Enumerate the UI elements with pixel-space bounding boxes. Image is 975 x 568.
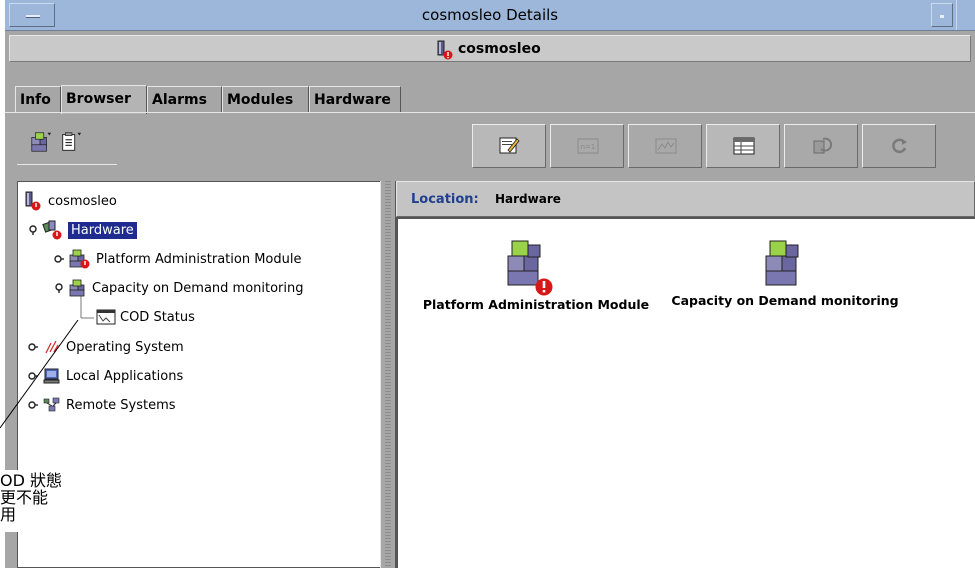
svg-text:n=1: n=1 — [581, 143, 596, 151]
annotation-line: OD 狀態 — [0, 471, 63, 490]
title-bar: cosmosleo Details — [5, 0, 975, 31]
annotation-leader-line — [0, 320, 79, 429]
server-alarm-icon — [437, 40, 453, 60]
tree-label: Hardware — [68, 221, 137, 239]
host-name: cosmosleo — [458, 41, 541, 57]
reload-icon — [892, 138, 907, 154]
minimize-button[interactable] — [931, 3, 953, 27]
tree-label: Capacity on Demand monitoring — [92, 280, 304, 296]
content-area: Platform Administration Module Capacity … — [396, 217, 975, 568]
content-item-label: Capacity on Demand monitoring — [671, 293, 899, 308]
reload-button[interactable] — [862, 124, 936, 168]
n-plus-1-button[interactable]: n=1 — [550, 124, 624, 168]
tree-item-platform-administration-module[interactable]: Platform Administration Module — [54, 248, 302, 270]
edit-button[interactable] — [472, 124, 546, 168]
table-view-icon — [733, 137, 755, 155]
hardware-alarm-icon — [42, 220, 62, 240]
splitter-grip — [385, 181, 391, 568]
annotation-line: 用 — [0, 505, 17, 524]
document-menu-icon[interactable] — [59, 130, 83, 154]
left-toolbar-divider — [17, 164, 117, 165]
host-header: cosmosleo — [9, 35, 971, 62]
location-value: Hardware — [495, 192, 561, 206]
host-menu-icon[interactable] — [29, 130, 53, 154]
server-alarm-icon — [25, 191, 41, 211]
table-view-button[interactable] — [706, 124, 780, 168]
expanded-handle-icon[interactable] — [28, 225, 38, 235]
tab-info[interactable]: Info — [15, 86, 61, 113]
tree-label: Platform Administration Module — [96, 251, 302, 267]
panel-splitter[interactable] — [380, 181, 396, 568]
tree-label: COD Status — [120, 309, 195, 325]
content-item-platform-administration-module[interactable]: Platform Administration Module — [416, 239, 656, 312]
location-bar: Location: Hardware — [396, 181, 975, 217]
graph-button[interactable] — [628, 124, 702, 168]
tree-item-cosmosleo[interactable]: cosmosleo — [24, 191, 117, 211]
window-title: cosmosleo Details — [421, 6, 559, 24]
content-item-capacity-on-demand[interactable]: Capacity on Demand monitoring — [660, 239, 910, 308]
tree-item-capacity-on-demand[interactable]: Capacity on Demand monitoring — [54, 278, 304, 298]
module-icon — [765, 240, 799, 286]
tab-browser[interactable]: Browser — [61, 85, 147, 114]
table-icon — [96, 309, 116, 325]
tab-divider — [5, 112, 975, 113]
details-window: cosmosleo Details cosmosleo Info Browser… — [5, 0, 975, 568]
tab-hardware[interactable]: Hardware — [309, 86, 401, 113]
window-frame-edge — [956, 0, 975, 30]
tree-item-cod-status[interactable]: COD Status — [96, 308, 195, 326]
n-plus-1-icon: n=1 — [577, 138, 599, 154]
graph-icon — [655, 138, 677, 154]
annotation-line: 更不能 — [0, 488, 49, 507]
minimize-icon — [940, 15, 944, 18]
collapsed-handle-icon[interactable] — [54, 254, 64, 264]
content-panel: Location: Hardware Platform Administrati… — [396, 181, 975, 568]
annotation-callout: OD 狀態 更不能 用 — [0, 470, 100, 532]
refresh-properties-button[interactable] — [784, 124, 858, 168]
edit-icon — [499, 137, 520, 154]
refresh-props-icon — [813, 137, 833, 154]
module-alarm-icon — [69, 249, 90, 269]
module-icon — [69, 279, 85, 297]
expanded-handle-icon[interactable] — [54, 283, 64, 293]
module-alarm-icon — [507, 240, 553, 296]
content-item-label: Platform Administration Module — [422, 297, 650, 312]
location-label: Location: — [411, 192, 479, 207]
tab-modules[interactable]: Modules — [222, 86, 309, 113]
tab-alarms[interactable]: Alarms — [147, 86, 222, 113]
tree-label: cosmosleo — [48, 193, 117, 209]
tree-item-hardware[interactable]: Hardware — [28, 219, 137, 241]
